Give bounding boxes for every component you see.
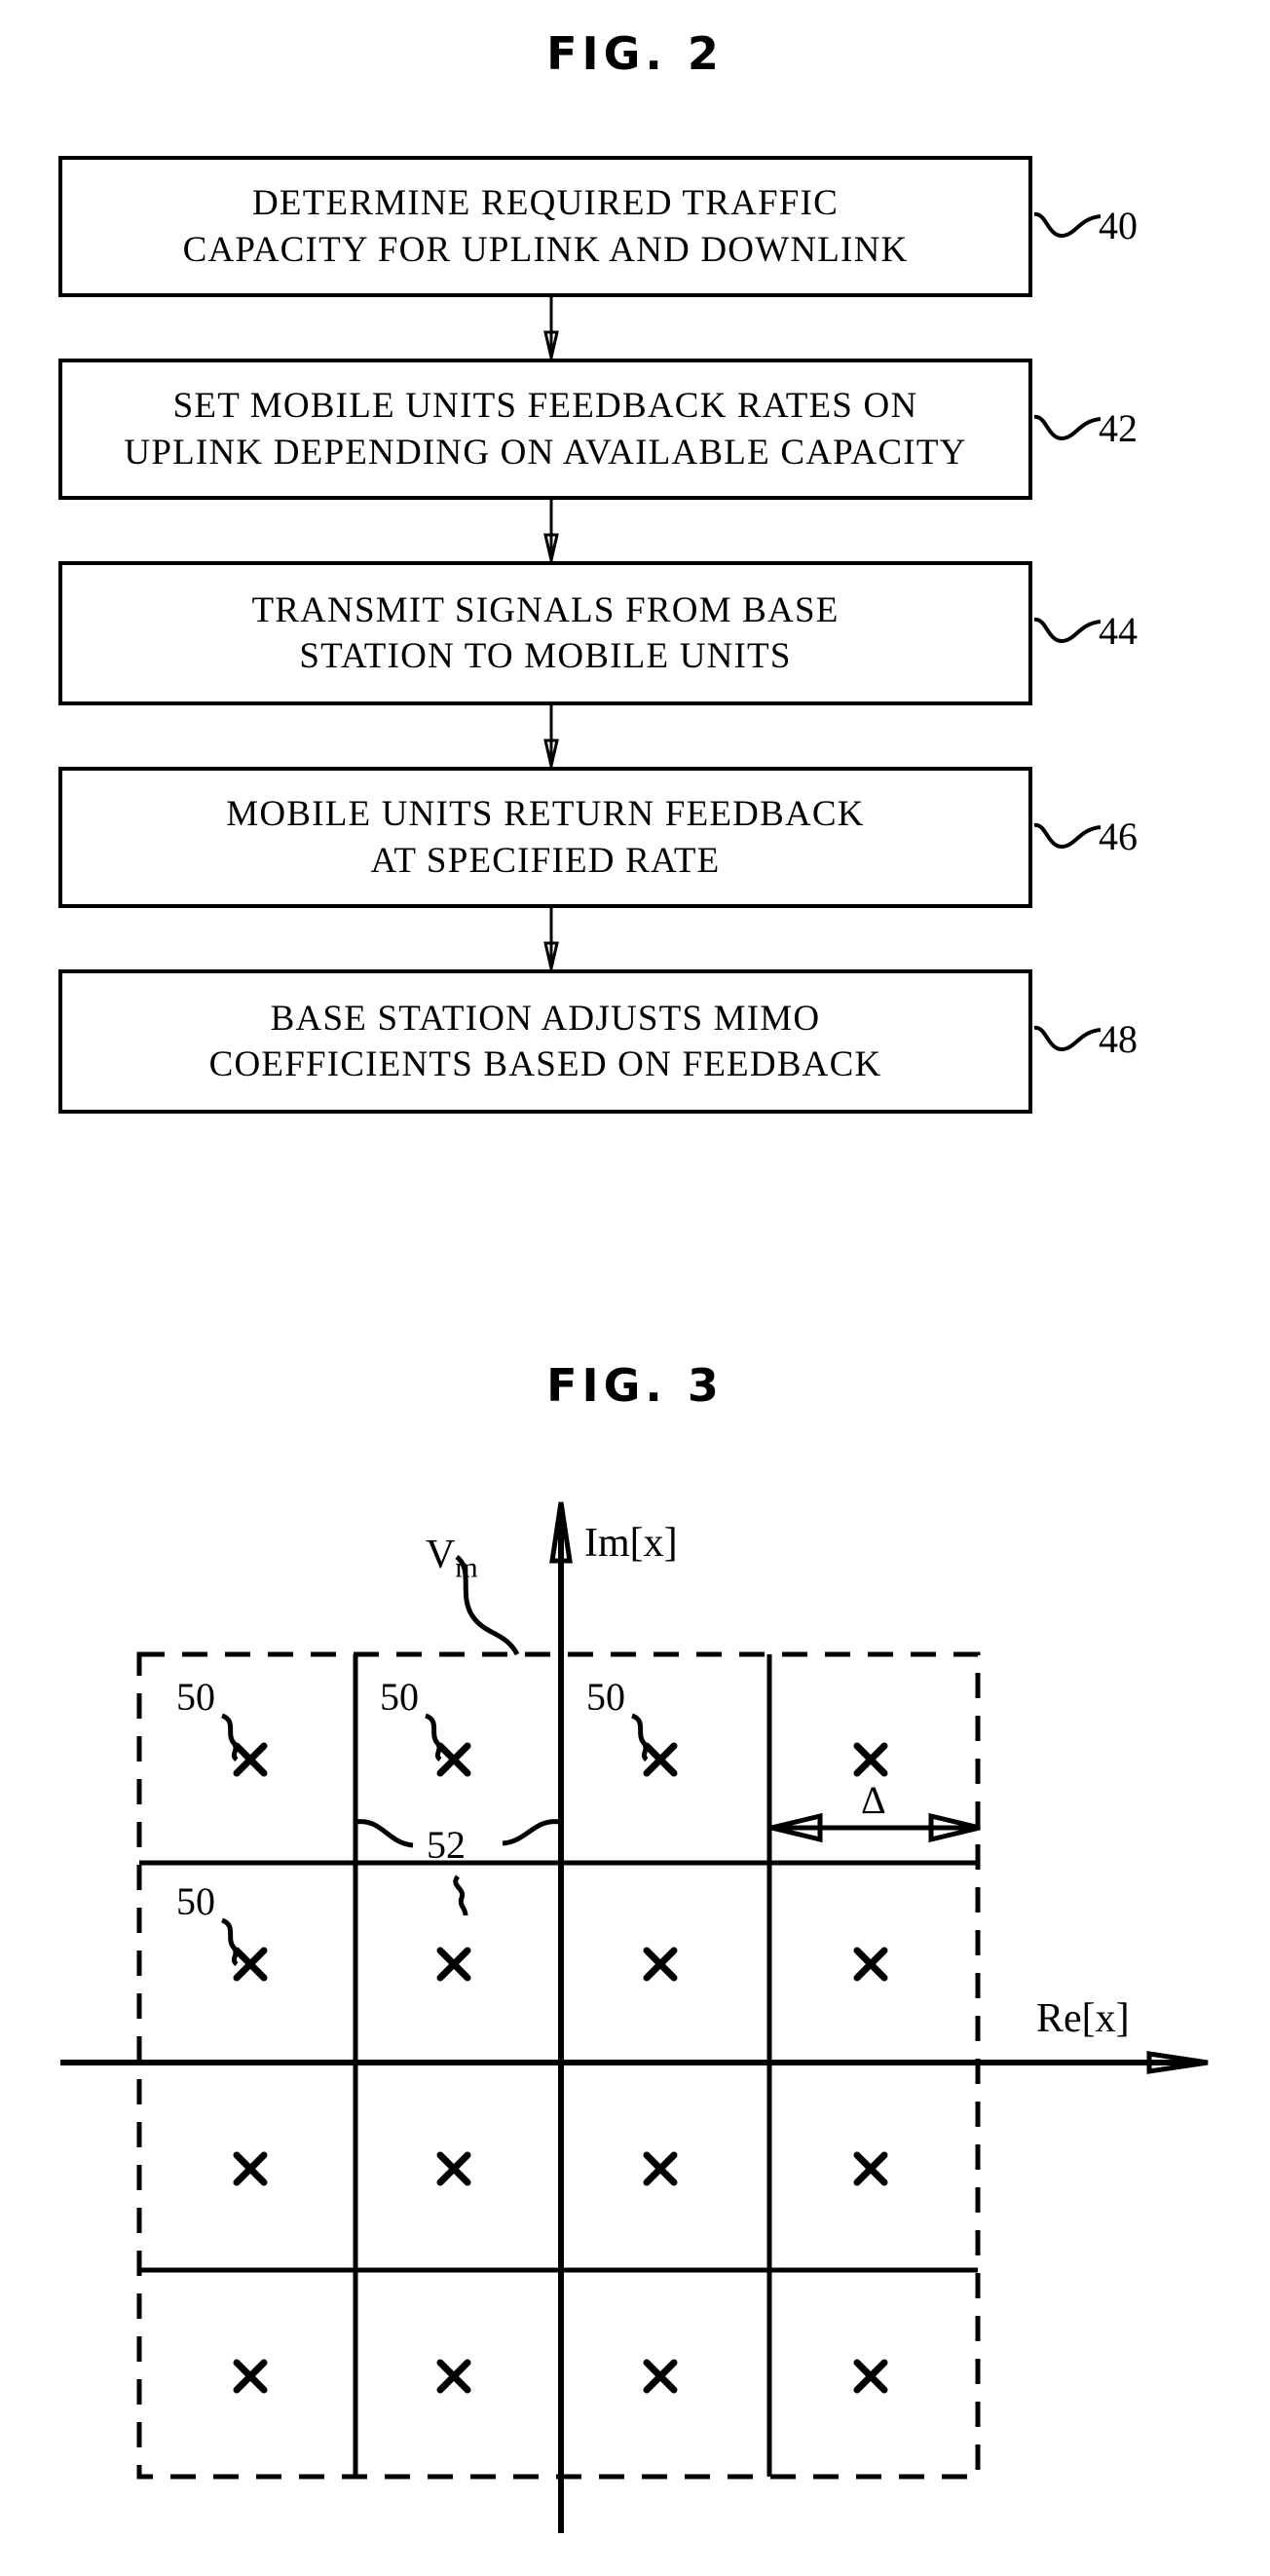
reference-leader-52-right	[502, 1819, 562, 1846]
constellation-point	[853, 1947, 888, 1982]
vm-leader-line	[455, 1555, 520, 1656]
constellation-point	[643, 2359, 678, 2394]
reference-leader-50-d	[220, 1917, 239, 1967]
reference-number-52: 52	[427, 1823, 466, 1867]
reference-leader-50-c	[630, 1713, 649, 1762]
constellation-point	[436, 2359, 471, 2394]
reference-number-50-b: 50	[380, 1675, 419, 1719]
constellation-point	[853, 2151, 888, 2186]
constellation-point	[853, 2359, 888, 2394]
figure-3-title: FIG. 3	[546, 1359, 724, 1412]
constellation-point	[436, 2151, 471, 2186]
constellation-point	[436, 1947, 471, 1982]
reference-leader-52-left	[355, 1819, 414, 1848]
reference-leader-50-a	[220, 1713, 239, 1762]
constellation-point	[643, 1947, 678, 1982]
constellation-diagram	[60, 1501, 1209, 2533]
constellation-point	[233, 1947, 268, 1982]
reference-leader-50-b	[424, 1713, 442, 1762]
reference-leader-52-bottom	[453, 1875, 468, 1916]
constellation-point	[233, 2359, 268, 2394]
constellation-point	[233, 1742, 268, 1777]
constellation-point	[853, 1742, 888, 1777]
reference-number-50-d: 50	[176, 1879, 215, 1923]
reference-number-50-a: 50	[176, 1675, 215, 1719]
constellation-point	[233, 2151, 268, 2186]
constellation-point	[643, 2151, 678, 2186]
reference-number-50-c: 50	[586, 1675, 625, 1719]
figure-3: FIG. 3 Vm Im[x] Re[x] 50 50 50 50 52 Δ	[0, 0, 1270, 2576]
constellation-point	[436, 1742, 471, 1777]
delta-spacing-label: Δ	[861, 1778, 886, 1822]
constellation-point	[643, 1742, 678, 1777]
